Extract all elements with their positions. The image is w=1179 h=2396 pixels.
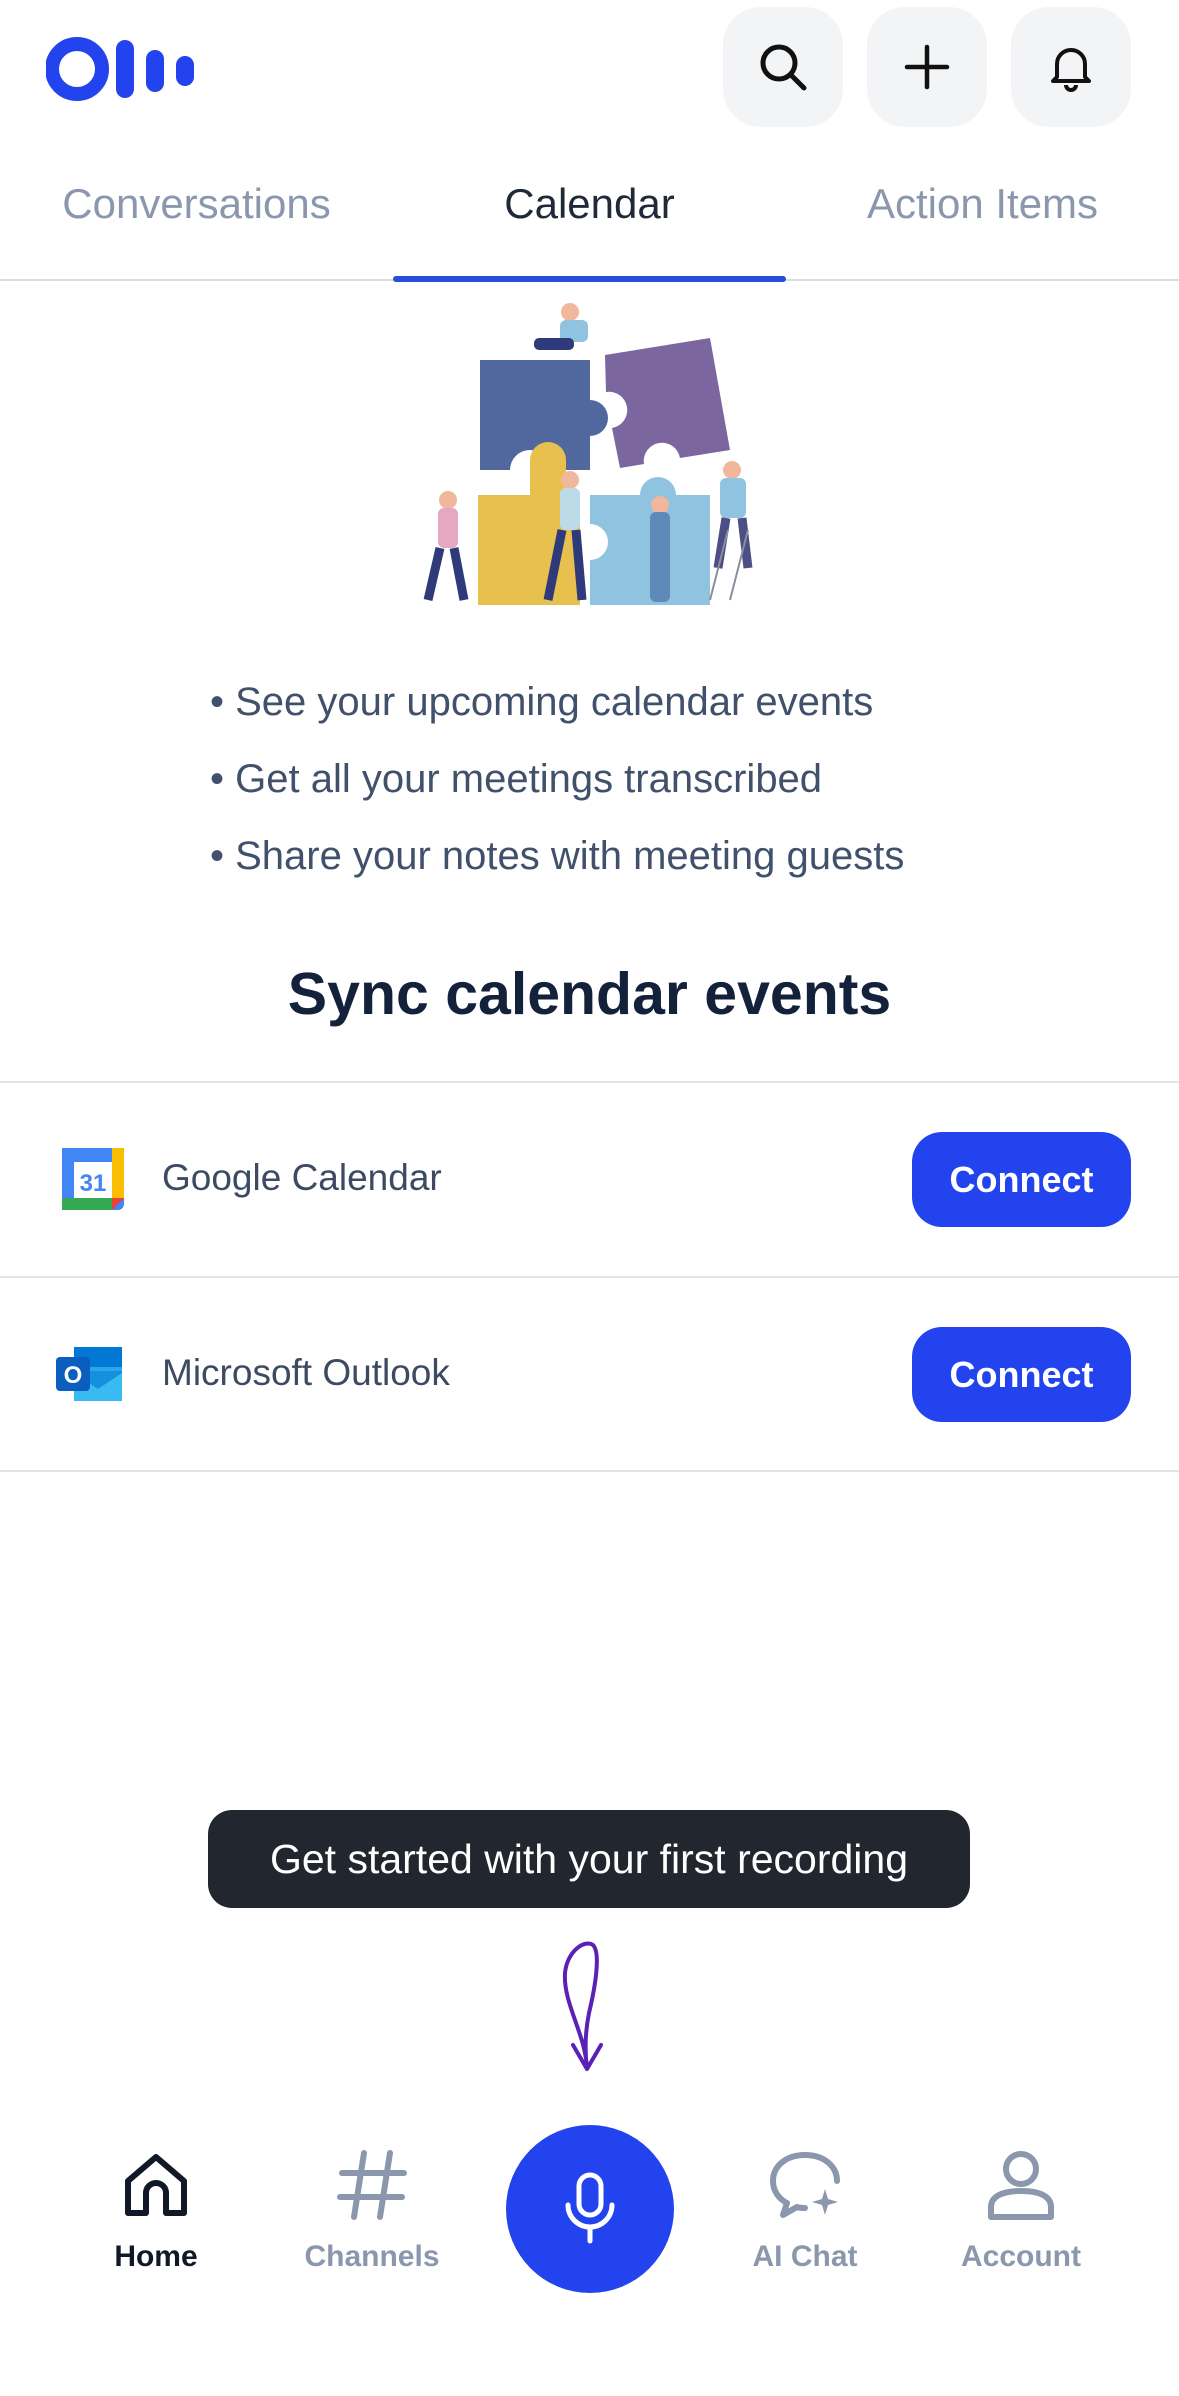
- svg-text:O: O: [64, 1362, 83, 1389]
- tab-action-items[interactable]: Action Items: [786, 180, 1179, 240]
- divider: [0, 1081, 1179, 1083]
- microphone-icon: [565, 2172, 615, 2244]
- nav-account-label: Account: [961, 2240, 1081, 2273]
- hash-icon: [337, 2150, 407, 2220]
- tab-conversations[interactable]: Conversations: [0, 180, 393, 240]
- hand-drawn-arrow-icon: [562, 1941, 603, 2071]
- benefit-transcription: • Get all your meetings transcribed: [210, 757, 823, 801]
- account-icon: [988, 2151, 1054, 2220]
- active-tab-indicator: [393, 276, 786, 282]
- divider: [0, 1470, 1179, 1472]
- record-button[interactable]: [506, 2125, 674, 2293]
- google-calendar-label: Google Calendar: [162, 1157, 442, 1198]
- google-calendar-icon: 31: [62, 1148, 124, 1210]
- nav-home-label: Home: [114, 2240, 198, 2273]
- search-icon: [760, 44, 807, 91]
- nav-account[interactable]: Account: [921, 2130, 1121, 2290]
- connect-outlook-button[interactable]: Connect: [912, 1327, 1131, 1422]
- otter-logo: [46, 37, 194, 101]
- connect-google-button[interactable]: Connect: [912, 1132, 1131, 1227]
- nav-home[interactable]: Home: [56, 2130, 256, 2290]
- puzzle-team-illustration: [423, 303, 753, 605]
- bell-icon: [1051, 48, 1091, 92]
- search-button[interactable]: [723, 7, 843, 127]
- first-recording-tooltip: Get started with your first recording: [208, 1810, 970, 1908]
- outlook-icon: O: [56, 1347, 122, 1401]
- outlook-label: Microsoft Outlook: [162, 1352, 450, 1393]
- benefit-upcoming-events: • See your upcoming calendar events: [210, 680, 874, 724]
- add-button[interactable]: [867, 7, 987, 127]
- nav-ai-chat-label: AI Chat: [752, 2240, 858, 2273]
- nav-channels-label: Channels: [304, 2240, 440, 2273]
- notifications-button[interactable]: [1011, 7, 1131, 127]
- tab-calendar[interactable]: Calendar: [393, 180, 786, 240]
- home-icon: [125, 2154, 187, 2216]
- plus-icon: [904, 44, 950, 90]
- svg-text:31: 31: [80, 1170, 107, 1197]
- nav-ai-chat[interactable]: AI Chat: [705, 2130, 905, 2290]
- divider: [0, 1276, 1179, 1278]
- sync-title: Sync calendar events: [287, 961, 892, 1027]
- ai-chat-icon: [770, 2152, 840, 2218]
- nav-channels[interactable]: Channels: [272, 2130, 472, 2290]
- benefit-share-notes: • Share your notes with meeting guests: [210, 834, 905, 878]
